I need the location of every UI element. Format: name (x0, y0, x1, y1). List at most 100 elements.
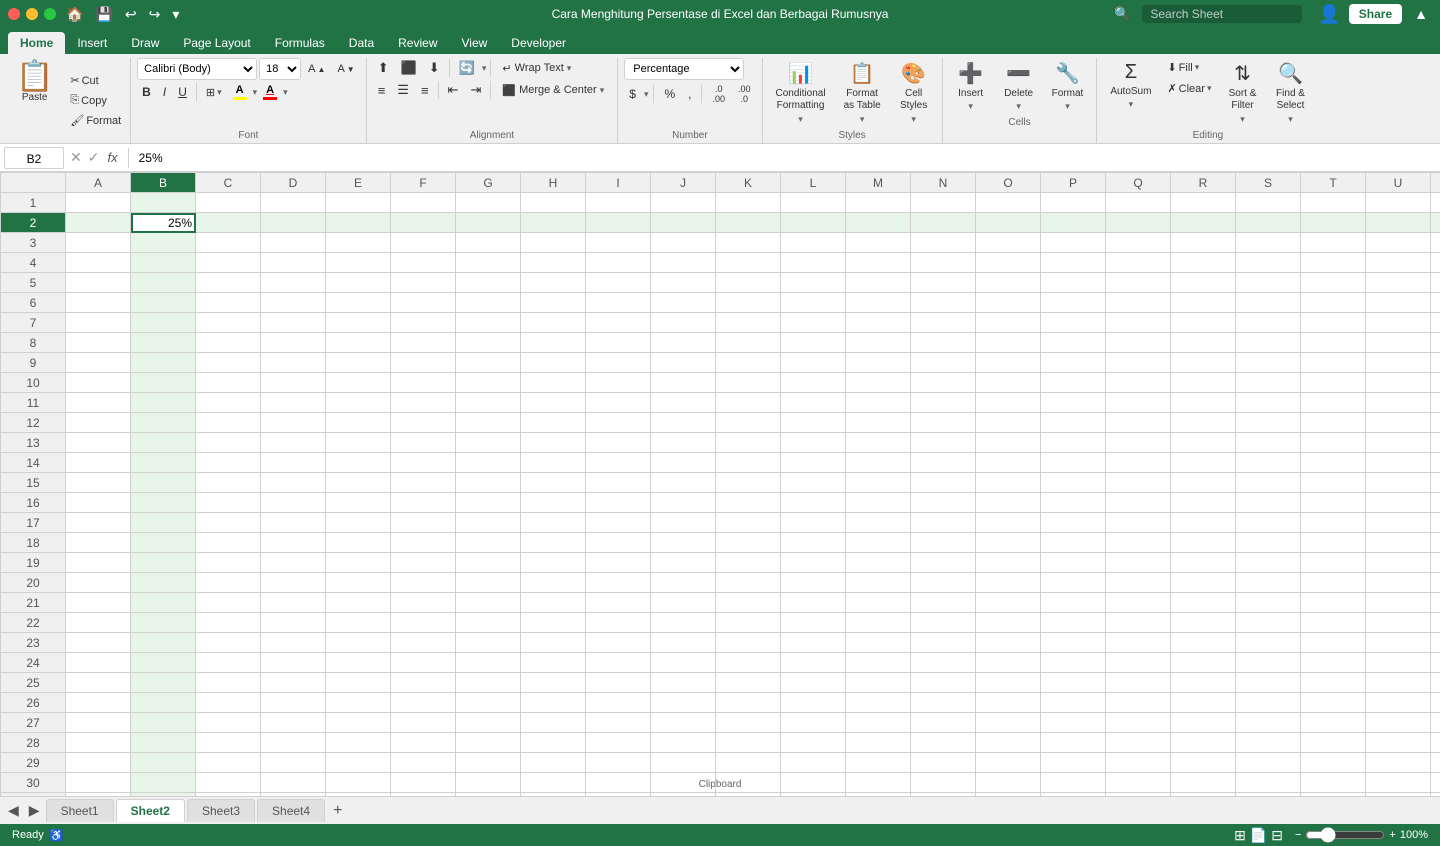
col-header-g[interactable]: G (456, 173, 521, 193)
cell-D13[interactable] (261, 433, 326, 453)
cell-S11[interactable] (1236, 393, 1301, 413)
cell-S15[interactable] (1236, 473, 1301, 493)
cell-R26[interactable] (1171, 693, 1236, 713)
format-as-table-button[interactable]: 📋 Formatas Table ▾ (837, 58, 888, 128)
cell-O20[interactable] (976, 573, 1041, 593)
row-header-25[interactable]: 25 (1, 673, 66, 693)
cell-B3[interactable] (131, 233, 196, 253)
cell-C27[interactable] (196, 713, 261, 733)
cell-T31[interactable] (1301, 793, 1366, 797)
cell-F26[interactable] (391, 693, 456, 713)
cell-V29[interactable] (1431, 753, 1440, 773)
cell-K14[interactable] (716, 453, 781, 473)
cell-S31[interactable] (1236, 793, 1301, 797)
paste-button[interactable]: 📋 Paste (8, 58, 61, 143)
tab-view[interactable]: View (450, 32, 500, 54)
page-layout-view-button[interactable]: 📄 (1250, 827, 1267, 844)
cell-K5[interactable] (716, 273, 781, 293)
cell-S13[interactable] (1236, 433, 1301, 453)
cell-O22[interactable] (976, 613, 1041, 633)
cell-G21[interactable] (456, 593, 521, 613)
cell-P11[interactable] (1041, 393, 1106, 413)
cell-R25[interactable] (1171, 673, 1236, 693)
cell-M22[interactable] (846, 613, 911, 633)
cell-B21[interactable] (131, 593, 196, 613)
cell-P14[interactable] (1041, 453, 1106, 473)
cell-A14[interactable] (66, 453, 131, 473)
cell-L11[interactable] (781, 393, 846, 413)
cell-K2[interactable] (716, 213, 781, 233)
cell-T30[interactable] (1301, 773, 1366, 793)
cell-T12[interactable] (1301, 413, 1366, 433)
cell-O7[interactable] (976, 313, 1041, 333)
cell-D20[interactable] (261, 573, 326, 593)
cell-H19[interactable] (521, 553, 586, 573)
cell-K17[interactable] (716, 513, 781, 533)
cell-V2[interactable] (1431, 213, 1440, 233)
cell-D6[interactable] (261, 293, 326, 313)
cell-E17[interactable] (326, 513, 391, 533)
cell-U11[interactable] (1366, 393, 1431, 413)
cell-L29[interactable] (781, 753, 846, 773)
cell-Q2[interactable] (1106, 213, 1171, 233)
cell-Q23[interactable] (1106, 633, 1171, 653)
cell-L4[interactable] (781, 253, 846, 273)
close-button[interactable] (8, 8, 20, 20)
cell-D18[interactable] (261, 533, 326, 553)
cell-E12[interactable] (326, 413, 391, 433)
cell-A12[interactable] (66, 413, 131, 433)
cell-F19[interactable] (391, 553, 456, 573)
cell-S4[interactable] (1236, 253, 1301, 273)
cell-K25[interactable] (716, 673, 781, 693)
cell-U10[interactable] (1366, 373, 1431, 393)
cell-M20[interactable] (846, 573, 911, 593)
cell-P10[interactable] (1041, 373, 1106, 393)
cell-O10[interactable] (976, 373, 1041, 393)
cell-N30[interactable] (911, 773, 976, 793)
redo-icon[interactable]: ↪ (145, 4, 165, 25)
cell-H4[interactable] (521, 253, 586, 273)
cell-P13[interactable] (1041, 433, 1106, 453)
cell-P20[interactable] (1041, 573, 1106, 593)
cell-I9[interactable] (586, 353, 651, 373)
cell-F10[interactable] (391, 373, 456, 393)
format-painter-button[interactable]: 🖌 Format (65, 111, 126, 130)
cell-H10[interactable] (521, 373, 586, 393)
cell-H12[interactable] (521, 413, 586, 433)
cell-Q7[interactable] (1106, 313, 1171, 333)
cell-I4[interactable] (586, 253, 651, 273)
cell-M14[interactable] (846, 453, 911, 473)
cell-F3[interactable] (391, 233, 456, 253)
fill-button[interactable]: ⬇ Fill ▾ (1162, 58, 1216, 77)
fill-color-button[interactable]: A (229, 82, 251, 102)
cell-U28[interactable] (1366, 733, 1431, 753)
cell-N16[interactable] (911, 493, 976, 513)
cell-G19[interactable] (456, 553, 521, 573)
row-header-27[interactable]: 27 (1, 713, 66, 733)
cell-Q19[interactable] (1106, 553, 1171, 573)
cell-N28[interactable] (911, 733, 976, 753)
cell-O31[interactable] (976, 793, 1041, 797)
cell-L2[interactable] (781, 213, 846, 233)
cell-O30[interactable] (976, 773, 1041, 793)
cell-C11[interactable] (196, 393, 261, 413)
cell-K21[interactable] (716, 593, 781, 613)
clear-button[interactable]: ✗ Clear ▾ (1162, 79, 1216, 98)
cell-B28[interactable] (131, 733, 196, 753)
cell-O12[interactable] (976, 413, 1041, 433)
cell-U27[interactable] (1366, 713, 1431, 733)
cell-M29[interactable] (846, 753, 911, 773)
cell-N6[interactable] (911, 293, 976, 313)
cell-B2[interactable]: 25% (131, 213, 196, 233)
cell-S3[interactable] (1236, 233, 1301, 253)
cell-R3[interactable] (1171, 233, 1236, 253)
col-header-j[interactable]: J (651, 173, 716, 193)
row-header-6[interactable]: 6 (1, 293, 66, 313)
sheet-nav-next-button[interactable]: ▶ (25, 800, 44, 821)
cell-S26[interactable] (1236, 693, 1301, 713)
cell-T13[interactable] (1301, 433, 1366, 453)
cell-E31[interactable] (326, 793, 391, 797)
cell-S28[interactable] (1236, 733, 1301, 753)
cell-H2[interactable] (521, 213, 586, 233)
cell-B27[interactable] (131, 713, 196, 733)
